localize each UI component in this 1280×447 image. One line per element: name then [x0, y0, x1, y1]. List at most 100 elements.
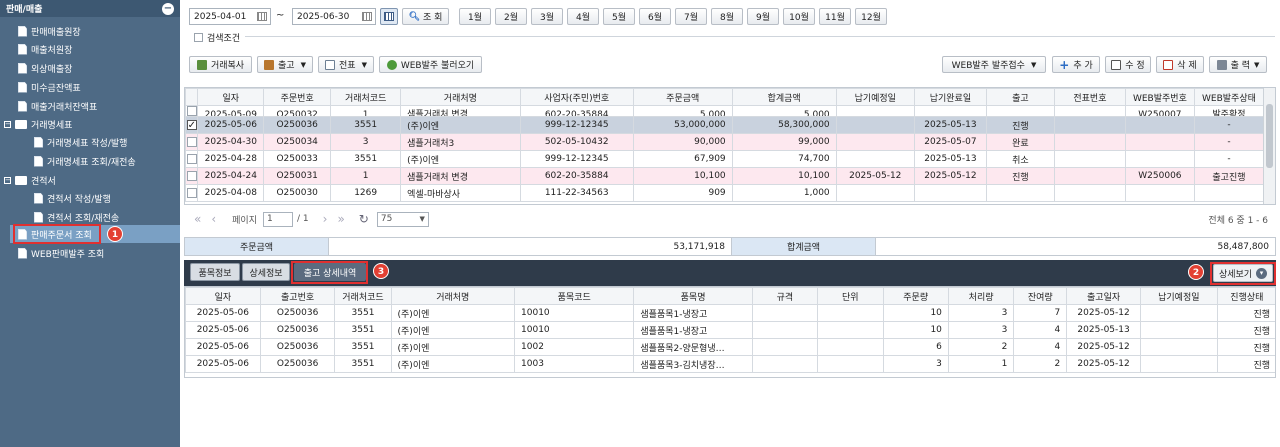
web-order-load-button[interactable]: WEB발주 불러오기: [379, 56, 482, 73]
row-checkbox-cell[interactable]: ✓: [185, 116, 199, 134]
order-col-header[interactable]: 납기예정일: [835, 88, 915, 106]
table-row[interactable]: 2025-04-24 O250031 1 샘플거래처 변경 602-20-35884 10…: [185, 167, 1265, 185]
web-order-receive-dropdown[interactable]: WEB발주 발주접수 ▼: [942, 56, 1046, 73]
table-row[interactable]: ✓ 2025-05-06 O250036 3551 (주)이엔 999-12-12345 5…: [185, 116, 1265, 134]
row-checkbox[interactable]: [186, 153, 197, 164]
sidebar-item-8[interactable]: − 견적서: [4, 171, 56, 189]
calendar-icon[interactable]: [257, 12, 267, 21]
sidebar-item-6[interactable]: 거래명세표 작성/발행: [34, 133, 127, 151]
row-checkbox-cell[interactable]: [185, 150, 199, 168]
detail-col-header[interactable]: 거래처명: [390, 287, 516, 305]
detail-col-header[interactable]: 품목코드: [514, 287, 635, 305]
sidebar-item-12[interactable]: WEB판매발주 조회: [18, 244, 104, 262]
order-col-header[interactable]: 주문번호: [263, 88, 332, 106]
detail-col-header[interactable]: 처리량: [947, 287, 1015, 305]
tab-item-info[interactable]: 품목정보: [190, 263, 240, 281]
next-page-icon[interactable]: ›: [323, 212, 328, 226]
collapse-icon[interactable]: −: [4, 120, 11, 128]
table-row[interactable]: 2025-05-09 O250032 1 샘플거래처 변경 602-20-35884 5,…: [185, 105, 1265, 117]
month-button-6[interactable]: 6월: [639, 8, 671, 25]
page-size-select[interactable]: 75 ▼: [376, 211, 429, 227]
month-button-3[interactable]: 3월: [531, 8, 563, 25]
sidebar-item-7[interactable]: 거래명세표 조회/재전송: [34, 152, 136, 170]
detail-col-header[interactable]: 출고번호: [259, 287, 336, 305]
month-button-12[interactable]: 12월: [855, 8, 887, 25]
table-row[interactable]: 2025-05-06 O250036 3551 (주)이엔 1003 샘플품목3-김치냉장…: [185, 355, 1275, 373]
detail-col-header[interactable]: 단위: [817, 287, 884, 305]
month-button-5[interactable]: 5월: [603, 8, 635, 25]
table-row[interactable]: 2025-05-06 O250036 3551 (주)이엔 1002 샘플품목2-양문형냉…: [185, 338, 1275, 356]
month-button-1[interactable]: 1월: [459, 8, 491, 25]
scrollbar[interactable]: [1263, 88, 1275, 204]
order-col-header[interactable]: WEB발주번호: [1124, 88, 1195, 106]
row-checkbox-cell[interactable]: [185, 133, 199, 151]
table-row[interactable]: 2025-05-06 O250036 3551 (주)이엔 10010 샘플품목1-냉장고…: [185, 321, 1275, 339]
order-col-header[interactable]: 납기완료일: [913, 88, 987, 106]
first-page-icon[interactable]: «: [194, 212, 201, 226]
scrollbar-thumb[interactable]: [1266, 104, 1273, 168]
detail-col-header[interactable]: 품목명: [633, 287, 753, 305]
table-row[interactable]: 2025-05-06 O250036 3551 (주)이엔 10010 샘플품목1-냉장고…: [185, 304, 1275, 322]
search-button[interactable]: 🔍︎ 조 회: [402, 8, 449, 25]
row-checkbox[interactable]: [186, 136, 197, 147]
sidebar-item-4[interactable]: 매출거래처잔액표: [18, 97, 97, 115]
sidebar-item-5[interactable]: − 거래명세표: [4, 115, 72, 133]
calendar-picker-button[interactable]: [380, 8, 398, 25]
row-checkbox[interactable]: [186, 187, 197, 198]
detail-col-header[interactable]: 진행상태: [1216, 287, 1275, 305]
tab-detail-info[interactable]: 상세정보: [242, 263, 290, 281]
order-col-header[interactable]: 일자: [197, 88, 265, 106]
row-checkbox-cell[interactable]: [185, 167, 199, 185]
month-button-10[interactable]: 10월: [783, 8, 815, 25]
last-page-icon[interactable]: »: [337, 212, 344, 226]
slip-dropdown[interactable]: 전표 ▼: [318, 56, 374, 73]
edit-button[interactable]: 수 정: [1105, 56, 1151, 73]
sidebar-item-1[interactable]: 매출처원장: [18, 40, 72, 58]
month-button-4[interactable]: 4월: [567, 8, 599, 25]
sidebar-item-2[interactable]: 외상매출장: [18, 59, 72, 77]
delete-button[interactable]: 삭 제: [1156, 56, 1204, 73]
detail-col-header[interactable]: 거래처코드: [334, 287, 392, 305]
order-col-header[interactable]: 사업자(주민)번호: [519, 88, 634, 106]
collapse-icon[interactable]: −: [162, 2, 174, 15]
sidebar-item-0[interactable]: 판매매출원장: [18, 22, 81, 40]
add-button[interactable]: + 추 가: [1052, 56, 1100, 73]
detail-col-header[interactable]: 주문량: [882, 287, 949, 305]
sidebar-item-9[interactable]: 견적서 작성/발행: [34, 189, 111, 207]
page-input[interactable]: 1: [263, 211, 293, 227]
search-conditions-checkbox[interactable]: [194, 33, 203, 42]
order-col-header[interactable]: 거래처코드: [330, 88, 402, 106]
order-col-header[interactable]: WEB발주상태: [1193, 88, 1265, 106]
date-to-input[interactable]: 2025-06-30: [292, 8, 376, 25]
calendar-icon[interactable]: [362, 12, 372, 21]
ship-dropdown[interactable]: 출고 ▼: [257, 56, 313, 73]
detail-col-header[interactable]: 출고일자: [1066, 287, 1141, 305]
row-checkbox-cell[interactable]: [185, 184, 199, 202]
row-checkbox[interactable]: [186, 170, 197, 181]
checkbox-checked[interactable]: ✓: [186, 119, 197, 130]
table-row[interactable]: 2025-04-30 O250034 3 샘플거래처3 502-05-10432 90,0…: [185, 133, 1265, 151]
copy-trade-button[interactable]: 거래복사: [189, 56, 252, 73]
prev-page-icon[interactable]: ‹: [211, 212, 216, 226]
order-col-header[interactable]: 거래처명: [400, 88, 521, 106]
month-button-11[interactable]: 11월: [819, 8, 851, 25]
order-col-header[interactable]: 주문금액: [632, 88, 733, 106]
refresh-icon[interactable]: ↻: [359, 212, 369, 226]
print-dropdown[interactable]: 출 력 ▼: [1209, 56, 1267, 73]
search-conditions[interactable]: 검색조건: [194, 31, 240, 44]
row-checkbox[interactable]: [186, 106, 197, 116]
month-button-7[interactable]: 7월: [675, 8, 707, 25]
detail-col-header[interactable]: 규격: [751, 287, 819, 305]
detail-col-header[interactable]: 일자: [185, 287, 261, 305]
row-checkbox-cell[interactable]: [185, 105, 199, 117]
order-col-header[interactable]: 합계금액: [731, 88, 837, 106]
month-button-8[interactable]: 8월: [711, 8, 743, 25]
detail-col-header[interactable]: 납기예정일: [1139, 287, 1218, 305]
table-row[interactable]: 2025-04-28 O250033 3551 (주)이엔 999-12-12345 67…: [185, 150, 1265, 168]
detail-col-header[interactable]: 잔여량: [1013, 287, 1068, 305]
date-from-input[interactable]: 2025-04-01: [189, 8, 271, 25]
collapse-icon[interactable]: −: [4, 176, 11, 184]
month-button-9[interactable]: 9월: [747, 8, 779, 25]
order-col-header[interactable]: 출고: [985, 88, 1055, 106]
order-col-header[interactable]: 전표번호: [1053, 88, 1126, 106]
